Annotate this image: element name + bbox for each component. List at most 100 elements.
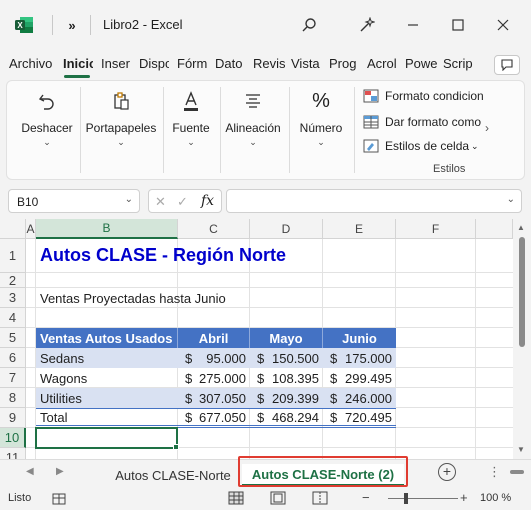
column-header-a[interactable]: A [26,219,36,239]
undo-label: Deshacer [21,121,73,135]
zoom-in-button[interactable]: + [460,490,468,505]
scroll-up-icon[interactable]: ▲ [517,223,525,232]
row-header-4[interactable]: 4 [0,308,26,328]
name-box[interactable]: B10 ⌄ [8,189,140,213]
clipboard-group[interactable]: Portapapeles ⌄ [83,87,159,148]
titlebar-divider [52,15,53,35]
row-header-8[interactable]: 8 [0,388,26,408]
row-header-7[interactable]: 7 [0,368,26,388]
magic-wand-icon [360,17,375,32]
zoom-out-button[interactable]: − [362,490,370,505]
zoom-slider-thumb[interactable] [404,493,408,504]
column-header-c[interactable]: C [178,219,250,239]
cell-styles-button[interactable]: Estilos de celda ⌄ [363,139,479,153]
number-label: Número [299,121,343,135]
row-header-10[interactable]: 10 [0,428,26,448]
tab-revisar[interactable]: Revis [253,56,285,71]
tab-vista[interactable]: Vista [291,56,323,71]
search-button[interactable] [298,14,320,36]
tab-inicio[interactable]: Inicio [63,56,93,71]
document-title: Libro2 - Excel [103,17,183,32]
page-break-preview-icon[interactable] [312,491,328,505]
chevron-down-icon: ⌄ [117,137,125,147]
scrollbar-thumb[interactable] [519,237,525,347]
row-header-11[interactable]: 11 [0,448,26,459]
maximize-button[interactable] [447,14,469,36]
clipboard-label: Portapapeles [85,121,157,135]
excel-app-icon: X [15,17,33,33]
spreadsheet-grid[interactable]: A B C D E F 1 2 3 4 5 6 7 8 9 10 11 Auto… [0,219,531,459]
table-row-label: Utilities [36,388,178,408]
chevron-down-icon: ⌄ [187,137,195,147]
row-header-1[interactable]: 1 [0,239,26,273]
add-sheet-button[interactable]: + [438,463,456,481]
column-header-d[interactable]: D [250,219,323,239]
alignment-group[interactable]: Alineación ⌄ [221,87,285,148]
scroll-down-icon[interactable]: ▼ [517,445,525,454]
status-ready: Listo [8,492,32,504]
column-header-b[interactable]: B [36,219,178,239]
row-header-6[interactable]: 6 [0,348,26,368]
table-cell: $299.495 [330,370,392,386]
accessibility-icon[interactable] [52,493,66,505]
minimize-button[interactable] [402,14,424,36]
insert-function-button[interactable]: fx [201,193,214,209]
vertical-scrollbar[interactable]: ▲ ▼ [513,219,531,459]
zoom-slider[interactable] [388,498,458,499]
table-cell: $108.395 [257,370,319,386]
scroll-tabs-left-icon[interactable]: ◀ [26,466,34,477]
comments-button[interactable] [494,55,520,75]
fill-handle[interactable] [173,444,179,450]
tab-acrobat[interactable]: Acrol [367,56,399,71]
maximize-icon [452,19,464,31]
conditional-format-button[interactable]: Formato condicion [363,89,484,103]
font-label: Fuente [172,121,210,135]
tab-insertar[interactable]: Inser [101,56,132,71]
page-layout-icon[interactable] [270,491,286,505]
tab-archivo[interactable]: Archivo [9,56,57,71]
table-row-label: Wagons [40,370,88,386]
table-row-label: Sedans [36,348,178,368]
tab-disposicion[interactable]: Dispo [139,56,169,71]
row-header-2[interactable]: 2 [0,273,26,288]
chevron-down-icon: ⌄ [471,140,479,151]
column-header-e[interactable]: E [323,219,396,239]
font-group[interactable]: Fuente ⌄ [165,87,217,148]
clipboard-icon [114,92,129,110]
normal-view-icon[interactable] [228,491,244,505]
row-header-5[interactable]: 5 [0,328,26,348]
tab-programador[interactable]: Prog [329,56,359,71]
tab-script[interactable]: Scrip [443,56,475,71]
table-total-cell: $468.294 [250,408,323,428]
tab-datos[interactable]: Dato [215,56,245,71]
quick-access-more-button[interactable]: » [62,14,82,36]
conditional-format-icon [363,89,379,103]
column-header-g[interactable] [476,219,513,239]
chevron-down-icon: ⌄ [249,137,257,147]
table-cell: $307.050 [178,388,250,408]
column-header-f[interactable]: F [396,219,476,239]
active-cell-selection[interactable] [35,427,178,449]
number-group[interactable]: % Número ⌄ [292,87,350,148]
row-header-9[interactable]: 9 [0,408,26,428]
close-button[interactable] [492,14,514,36]
row-header-3[interactable]: 3 [0,288,26,308]
sheet-tab-autos-clase-norte[interactable]: Autos CLASE-Norte [110,464,236,486]
enter-button[interactable]: ✓ [177,194,188,210]
ribbon-more-chevron-icon[interactable]: › [485,121,489,135]
tab-formulas[interactable]: Fórm [177,56,209,71]
copilot-button[interactable] [356,14,378,36]
undo-group[interactable]: Deshacer ⌄ [15,87,79,148]
scroll-tabs-right-icon[interactable]: ▶ [56,466,64,477]
cancel-button[interactable]: ✕ [155,194,166,210]
zoom-level[interactable]: 100 % [480,492,511,504]
tab-power-pivot[interactable]: Powe [405,56,437,71]
horizontal-scrollbar[interactable] [510,470,524,474]
more-options-icon[interactable]: ⋮ [488,464,501,480]
styles-group-caption: Estilos [433,163,466,175]
format-as-table-button[interactable]: Dar formato como [363,115,481,129]
formula-input[interactable]: ⌄ [226,189,522,213]
table-total-cell: $720.495 [323,408,396,428]
select-all-corner[interactable] [0,219,26,239]
table-cell: $246.000 [323,388,396,408]
